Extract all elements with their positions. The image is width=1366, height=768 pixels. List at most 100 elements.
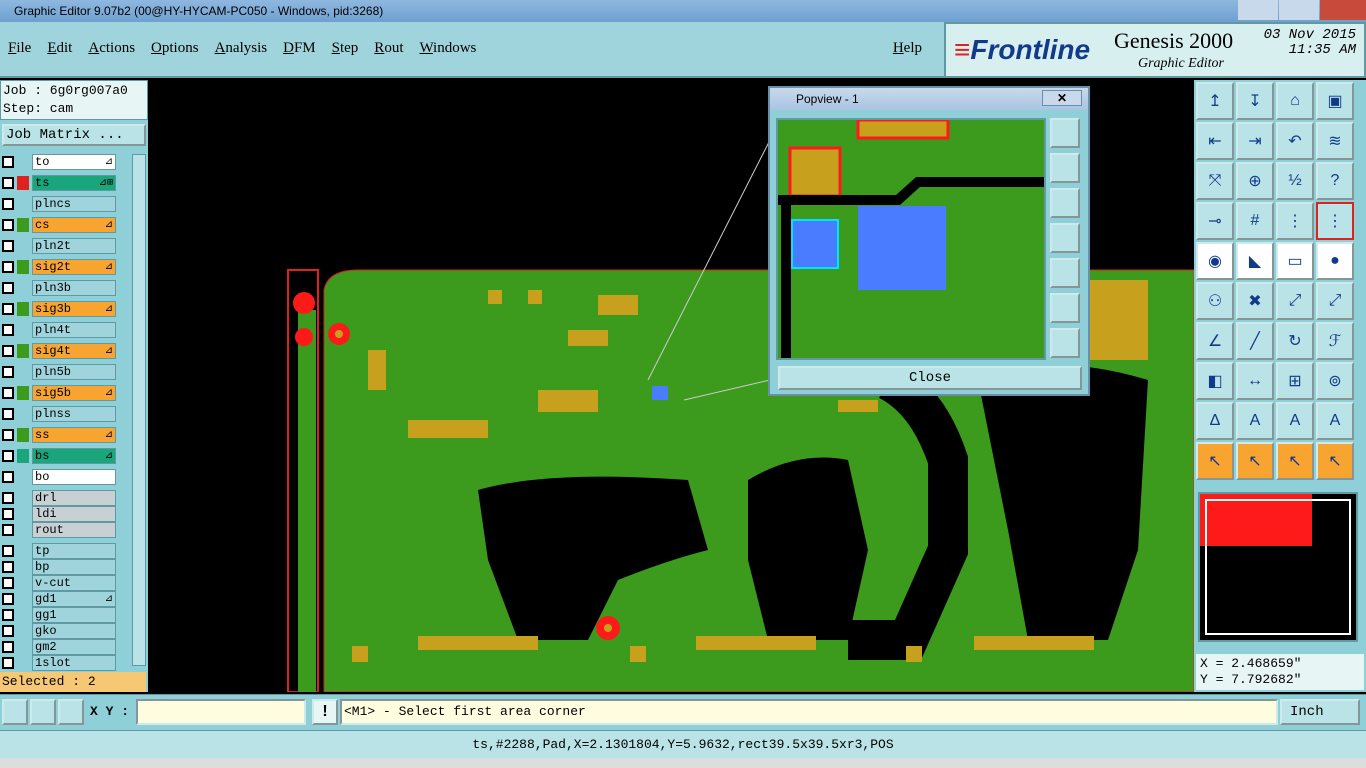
group-tool[interactable]: ⊚ [1316,362,1354,400]
popview-pan-right-button[interactable] [1050,258,1080,288]
layer-checkbox[interactable] [2,492,14,504]
layer-checkbox[interactable] [2,561,14,573]
text-a-tool[interactable]: Δ [1196,402,1234,440]
layer-checkbox[interactable] [2,261,14,273]
layer-name[interactable]: sig4t ⊿ [32,343,116,359]
layer-name[interactable]: tp [32,543,116,559]
layer-row[interactable]: pln4t [0,322,132,338]
layer-name[interactable]: bs ⊿ [32,448,116,464]
layer-row[interactable]: gd1 ⊿ [0,591,132,607]
home-tool[interactable]: ⌂ [1276,82,1314,120]
layer-name[interactable]: sig2t ⊿ [32,259,116,275]
popview-home-button[interactable] [1050,328,1080,358]
grid-button[interactable] [58,699,84,725]
layer-name[interactable]: ts ⊿⊞ [32,175,116,191]
layer-row[interactable]: ldi [0,506,132,522]
layer-row[interactable]: ss ⊿ [0,427,132,443]
layer-row[interactable]: sig4t ⊿ [0,343,132,359]
layer-row[interactable]: sig3b ⊿ [0,301,132,317]
layer-checkbox[interactable] [2,408,14,420]
pan-right-tool[interactable]: ⇥ [1236,122,1274,160]
layer-name[interactable]: pln2t [32,238,116,254]
layer-row[interactable]: sig2t ⊿ [0,259,132,275]
rotate-tool[interactable]: ↻ [1276,322,1314,360]
layer-row[interactable]: to ⊿ [0,154,132,170]
window-close-button[interactable] [1320,0,1366,20]
layer-row[interactable]: cs ⊿ [0,217,132,233]
layer-checkbox[interactable] [2,303,14,315]
menu-help[interactable]: Help [885,40,930,57]
layer-row[interactable]: gm2 [0,639,132,655]
delete-tool[interactable]: ✖ [1236,282,1274,320]
layer-row[interactable]: bo [0,469,132,485]
layer-checkbox[interactable] [2,345,14,357]
menu-windows[interactable]: Windows [411,40,484,57]
menu-dfm[interactable]: DFM [275,40,324,57]
layer-row[interactable]: pln3b [0,280,132,296]
layer-checkbox[interactable] [2,324,14,336]
layer-checkbox[interactable] [2,641,14,653]
popview-canvas[interactable] [776,118,1046,360]
layer-checkbox[interactable] [2,219,14,231]
add-surface-tool[interactable]: ● [1316,242,1354,280]
pan-left-tool[interactable]: ⇤ [1196,122,1234,160]
layer-name[interactable]: gko [32,623,116,639]
layer-name[interactable]: bo [32,469,116,485]
layer-row[interactable]: v-cut [0,575,132,591]
text-c-tool[interactable]: A [1276,402,1314,440]
popview-fit-button[interactable] [1050,293,1080,323]
layer-checkbox[interactable] [2,429,14,441]
layer-name[interactable]: v-cut [32,575,116,591]
layer-name[interactable]: gg1 [32,607,116,623]
snap-button[interactable] [2,699,28,725]
layer-row[interactable]: pln5b [0,364,132,380]
layer-checkbox[interactable] [2,240,14,252]
layer-checkbox[interactable] [2,577,14,589]
connect-tool[interactable]: ⚇ [1196,282,1234,320]
layer-name[interactable]: ldi [32,506,116,522]
layer-name[interactable]: plncs [32,196,116,212]
layer-checkbox[interactable] [2,198,14,210]
layer-checkbox[interactable] [2,524,14,536]
layer-name[interactable]: rout [32,522,116,538]
job-matrix-button[interactable]: Job Matrix ... [2,124,146,146]
angle-button[interactable] [30,699,56,725]
layers-display-tool[interactable]: ⋮ [1316,202,1354,240]
move-tool[interactable]: ⤢ [1276,282,1314,320]
layer-checkbox[interactable] [2,366,14,378]
layer-name[interactable]: ss ⊿ [32,427,116,443]
layer-name[interactable]: gm2 [32,639,116,655]
layer-checkbox[interactable] [2,625,14,637]
layer-name[interactable]: drl [32,490,116,506]
popview-pan-down-button[interactable] [1050,188,1080,218]
popview-zoom-button[interactable] [1050,118,1080,148]
layer-name[interactable]: gd1 ⊿ [32,591,116,607]
layer-row[interactable]: sig5b ⊿ [0,385,132,401]
display-options-tool[interactable]: ⋮ [1276,202,1314,240]
layer-name[interactable]: 1slot [32,655,116,671]
layer-name[interactable]: pln3b [32,280,116,296]
layer-name[interactable]: sig5b ⊿ [32,385,116,401]
popview-close-button[interactable]: Close [778,366,1082,390]
add-line-tool[interactable]: ◣ [1236,242,1274,280]
layer-row[interactable]: gg1 [0,607,132,623]
popview-pan-up-button[interactable] [1050,153,1080,183]
grid-tool[interactable]: # [1236,202,1274,240]
menu-file[interactable]: File [0,40,39,57]
menu-actions[interactable]: Actions [80,40,143,57]
align-tool[interactable]: ⊞ [1276,362,1314,400]
layer-checkbox[interactable] [2,657,14,669]
layer-checkbox[interactable] [2,471,14,483]
layer-row[interactable]: plnss [0,406,132,422]
layer-checkbox[interactable] [2,508,14,520]
layer-row[interactable]: plncs [0,196,132,212]
overview-minimap[interactable] [1198,492,1358,642]
layer-checkbox[interactable] [2,387,14,399]
pan-down-tool[interactable]: ↧ [1236,82,1274,120]
pan-up-tool[interactable]: ↥ [1196,82,1234,120]
layer-name[interactable]: pln4t [32,322,116,338]
layer-row[interactable]: drl [0,490,132,506]
layer-row[interactable]: ts ⊿⊞ [0,175,132,191]
layer-checkbox[interactable] [2,593,14,605]
resize-tool[interactable]: ↔ [1236,362,1274,400]
